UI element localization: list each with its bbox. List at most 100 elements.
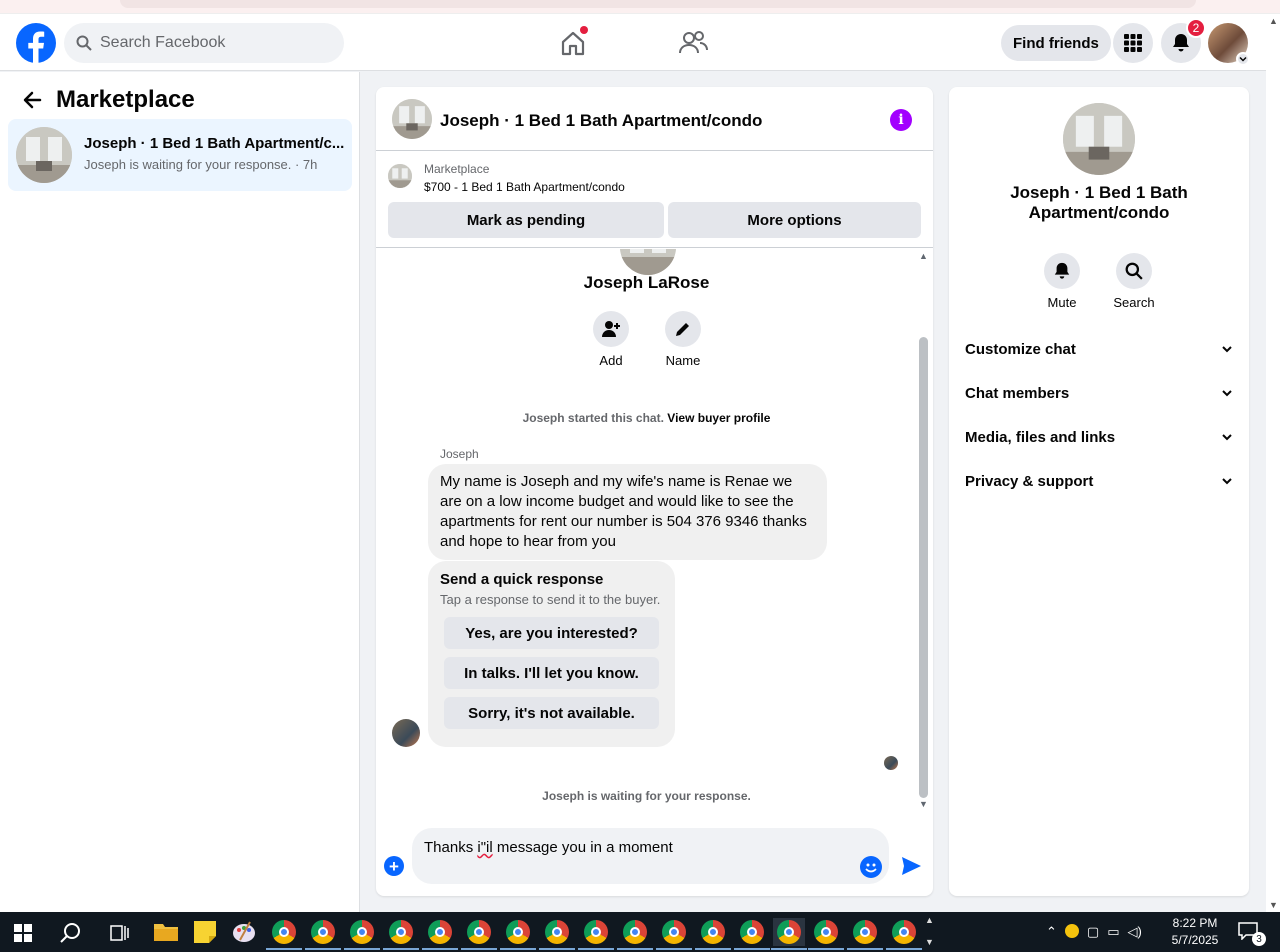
- listing-thumbnail-small[interactable]: [388, 164, 412, 188]
- privacy-support-section[interactable]: Privacy & support: [965, 469, 1233, 493]
- chrome-icon[interactable]: [461, 918, 497, 950]
- chat-thumbnail[interactable]: [392, 99, 432, 139]
- meet-now-icon[interactable]: ▢: [1087, 924, 1099, 940]
- seen-indicator-avatar: [884, 756, 898, 770]
- chevron-up-icon[interactable]: ⌃: [1046, 924, 1057, 940]
- chrome-icon[interactable]: [500, 918, 536, 950]
- sticky-notes-icon[interactable]: [191, 918, 219, 946]
- action-center-button[interactable]: 3: [1238, 922, 1266, 946]
- tray-app-icon[interactable]: [1064, 924, 1079, 938]
- search-label: Search: [1113, 295, 1155, 310]
- chat-members-section[interactable]: Chat members: [965, 381, 1233, 405]
- chrome-icon[interactable]: [305, 918, 341, 950]
- more-options-button[interactable]: More options: [668, 202, 921, 238]
- sender-avatar[interactable]: [392, 719, 420, 747]
- pencil-icon: [676, 323, 689, 336]
- chrome-icon[interactable]: [266, 918, 302, 950]
- quick-response-button[interactable]: Sorry, it's not available.: [444, 697, 659, 729]
- mark-pending-button[interactable]: Mark as pending: [388, 202, 664, 238]
- conversations-sidebar: Marketplace Joseph · 1 Bed 1 Bath Apartm…: [0, 72, 360, 912]
- waiting-notice: Joseph is waiting for your response.: [542, 789, 751, 803]
- notification-badge: 2: [1186, 18, 1206, 38]
- quick-response-button[interactable]: In talks. I'll let you know.: [444, 657, 659, 689]
- chrome-icon[interactable]: [617, 918, 653, 950]
- chat-started-text: Joseph started this chat.: [522, 411, 664, 425]
- conversation-item[interactable]: Joseph · 1 Bed 1 Bath Apartment/c... Jos…: [8, 119, 352, 191]
- browser-top-strip: [0, 0, 1280, 14]
- bell-icon: [1173, 34, 1189, 52]
- taskbar-search-icon[interactable]: [60, 922, 82, 944]
- chrome-icon[interactable]: [656, 918, 692, 950]
- plus-icon[interactable]: +: [384, 856, 404, 876]
- chrome-icon[interactable]: [734, 918, 770, 950]
- network-icon[interactable]: ▭: [1107, 924, 1119, 940]
- task-view-icon[interactable]: [110, 924, 130, 942]
- clock-date: 5/7/2025: [1171, 933, 1219, 947]
- page-title: Marketplace: [56, 86, 195, 113]
- media-files-section[interactable]: Media, files and links: [965, 425, 1233, 449]
- quick-response-button[interactable]: Yes, are you interested?: [444, 617, 659, 649]
- scroll-down-arrow-icon[interactable]: ▼: [1269, 900, 1278, 910]
- quick-response-card: Send a quick response Tap a response to …: [428, 561, 675, 747]
- scroll-up-arrow-icon[interactable]: ▲: [919, 251, 928, 261]
- scroll-thumb[interactable]: [919, 337, 928, 798]
- taskbar-clock[interactable]: 8:22 PM 5/7/2025: [1160, 915, 1230, 949]
- home-nav-button[interactable]: [556, 26, 590, 60]
- chrome-icon[interactable]: [847, 918, 883, 950]
- friends-nav-button[interactable]: [676, 26, 710, 60]
- search-input[interactable]: [100, 34, 320, 52]
- conversation-title: Joseph · 1 Bed 1 Bath Apartment/c...: [84, 135, 344, 152]
- chat-panel: Joseph · 1 Bed 1 Bath Apartment/condo i …: [376, 87, 933, 896]
- chrome-icon-active[interactable]: [771, 918, 807, 950]
- scroll-up-arrow-icon[interactable]: ▲: [1269, 16, 1278, 26]
- chrome-icon[interactable]: [695, 918, 731, 950]
- search-icon: [1125, 262, 1143, 280]
- windows-taskbar: ▲ ▼ ⌃ ▢ ▭ ◁) 8:22 PM 5/7/2025 3: [0, 912, 1280, 952]
- page-scrollbar[interactable]: ▲ ▼: [1266, 14, 1280, 912]
- chat-started-notice: Joseph started this chat. View buyer pro…: [376, 411, 917, 425]
- scroll-down-arrow-icon[interactable]: ▼: [919, 799, 928, 809]
- customize-chat-section[interactable]: Customize chat: [965, 337, 1233, 361]
- mute-button[interactable]: Mute: [1032, 253, 1092, 310]
- name-button[interactable]: Name: [653, 311, 713, 368]
- system-tray: ⌃ ▢ ▭ ◁): [1046, 924, 1142, 940]
- chat-header: Joseph · 1 Bed 1 Bath Apartment/condo i: [376, 87, 933, 151]
- chrome-icon[interactable]: [808, 918, 844, 950]
- chrome-icon[interactable]: [344, 918, 380, 950]
- add-label: Add: [599, 353, 623, 368]
- paint-icon[interactable]: [230, 918, 258, 946]
- listing-price[interactable]: $700 - 1 Bed 1 Bath Apartment/condo: [424, 180, 625, 194]
- find-friends-button[interactable]: Find friends: [1001, 25, 1111, 61]
- search-chat-button[interactable]: Search: [1104, 253, 1164, 310]
- back-arrow-icon: [23, 91, 42, 109]
- account-chevron-icon[interactable]: [1236, 52, 1250, 66]
- message-scrollbar[interactable]: ▲ ▼: [917, 249, 931, 814]
- menu-button[interactable]: [1113, 23, 1153, 63]
- chevron-down-icon: [1222, 434, 1232, 441]
- facebook-logo-icon[interactable]: [16, 23, 56, 63]
- misspelled-word[interactable]: i"il: [477, 839, 492, 856]
- details-title: Joseph · 1 Bed 1 Bath Apartment/condo: [1010, 183, 1188, 222]
- info-icon[interactable]: i: [890, 109, 912, 131]
- view-buyer-profile-link[interactable]: View buyer profile: [667, 411, 770, 425]
- chat-title[interactable]: Joseph · 1 Bed 1 Bath Apartment/condo: [440, 111, 762, 131]
- back-button[interactable]: [18, 86, 46, 114]
- message-input[interactable]: Thanks i"il message you in a moment: [412, 828, 889, 884]
- file-explorer-icon[interactable]: [152, 918, 180, 946]
- search-icon: [76, 35, 92, 51]
- chrome-icon[interactable]: [578, 918, 614, 950]
- chrome-icon[interactable]: [422, 918, 458, 950]
- taskbar-scroll-arrows[interactable]: ▲ ▼: [923, 912, 937, 952]
- windows-start-icon[interactable]: [14, 924, 32, 942]
- add-button[interactable]: Add: [581, 311, 641, 368]
- chrome-icon[interactable]: [539, 918, 575, 950]
- emoji-icon[interactable]: [860, 856, 882, 878]
- chrome-icon[interactable]: [886, 918, 922, 950]
- message-input-text[interactable]: Thanks i"il message you in a moment: [424, 839, 673, 856]
- chrome-icon[interactable]: [383, 918, 419, 950]
- volume-icon[interactable]: ◁): [1128, 924, 1142, 940]
- quick-response-subtitle: Tap a response to send it to the buyer.: [440, 592, 661, 607]
- search-bar[interactable]: [64, 23, 344, 63]
- grid-menu-icon: [1124, 34, 1142, 52]
- send-icon[interactable]: [900, 855, 922, 880]
